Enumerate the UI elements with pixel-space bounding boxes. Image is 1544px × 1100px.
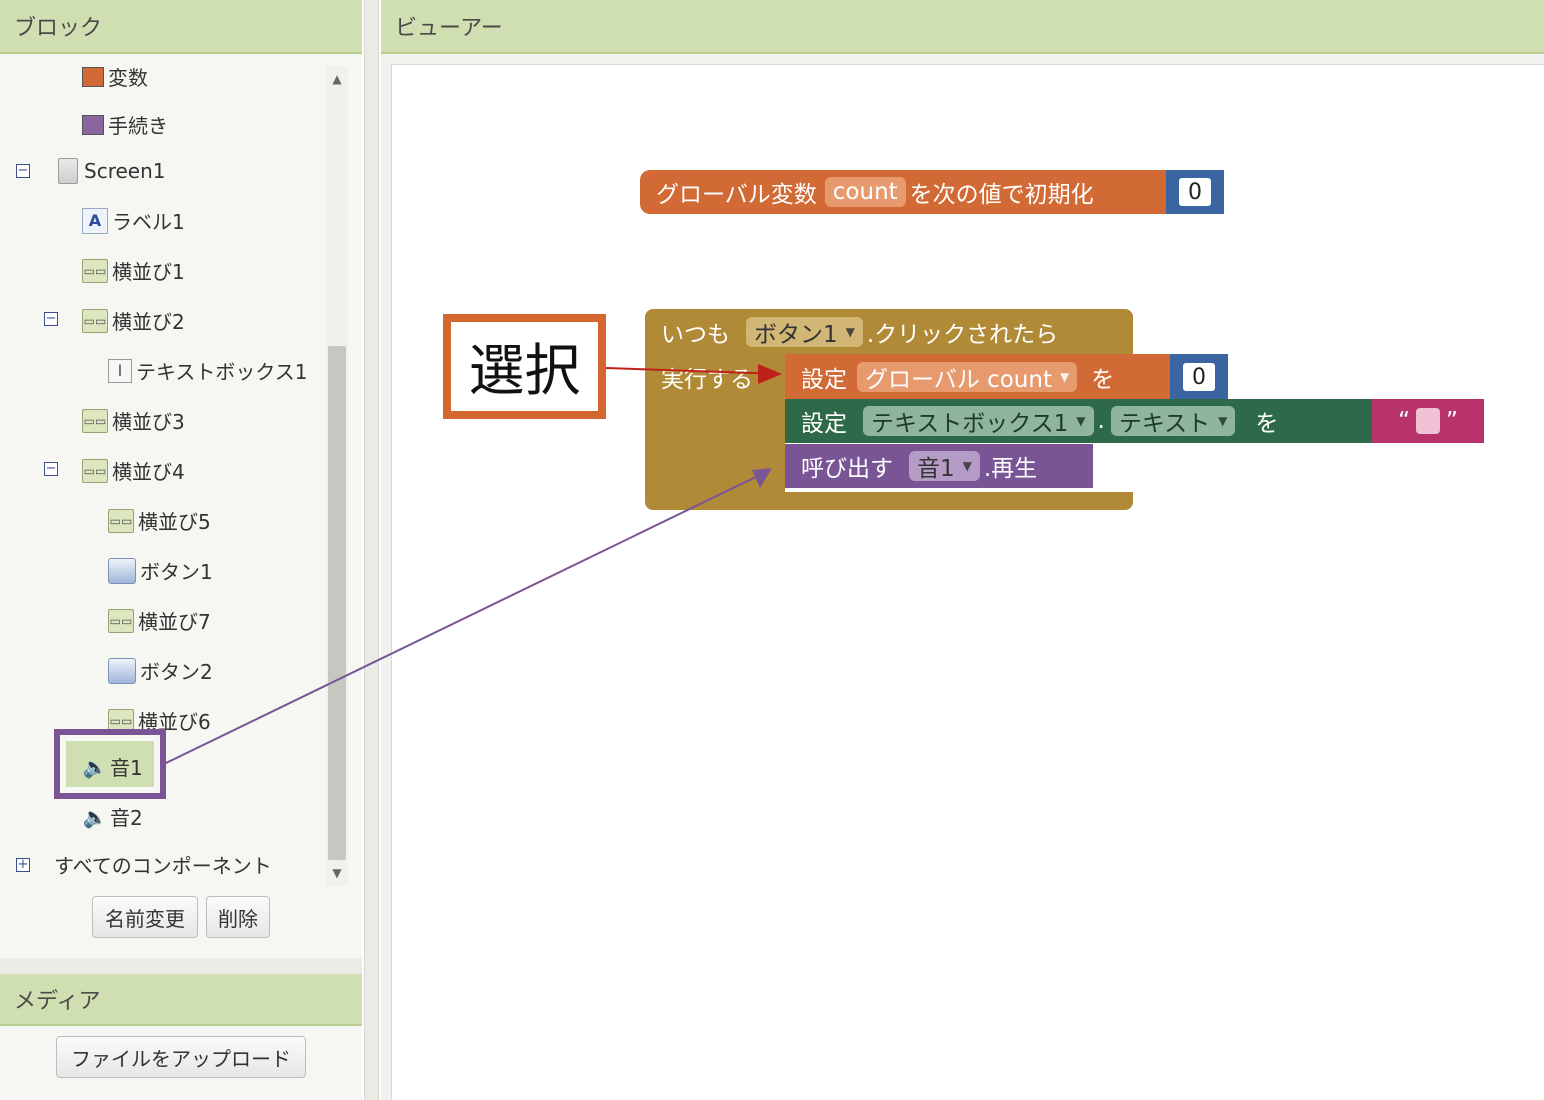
annotation-arrows [163, 364, 782, 765]
purple-arrow [163, 471, 767, 765]
red-arrowhead-icon [758, 364, 782, 384]
red-arrow [605, 367, 781, 375]
